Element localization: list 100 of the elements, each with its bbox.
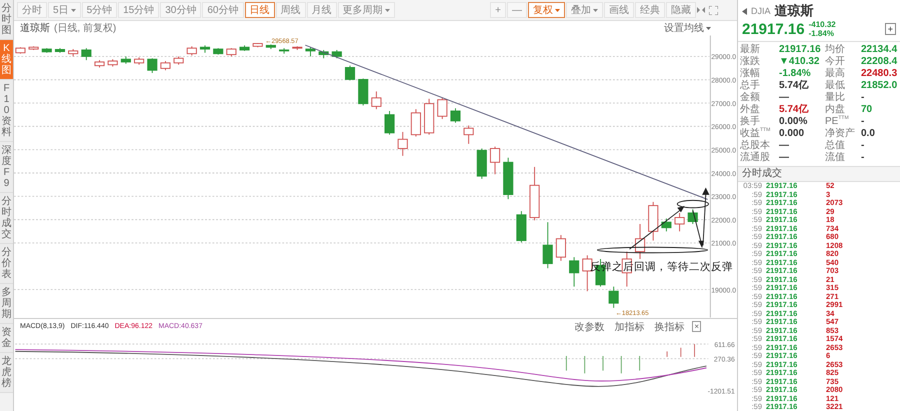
candlestick <box>344 65 356 81</box>
side-tab[interactable]: 分时图 <box>0 0 13 40</box>
candlestick <box>384 110 395 136</box>
candlestick <box>81 48 92 61</box>
quote-label: 净资产 <box>825 128 856 140</box>
candlestick <box>424 98 434 136</box>
quote-value: - <box>861 116 866 128</box>
side-tab[interactable]: K线图 <box>0 40 13 80</box>
panel-title: 分时成交 <box>738 167 900 182</box>
side-tab[interactable]: 分价表 <box>0 244 13 284</box>
candlestick <box>569 256 580 288</box>
candlestick <box>542 222 553 269</box>
close-button[interactable]: × <box>692 321 701 332</box>
tool-button[interactable]: + <box>490 2 506 18</box>
symbol-name: 道琼斯 <box>774 2 814 20</box>
period-button[interactable]: 月线 <box>306 2 336 18</box>
quote-value: - <box>861 140 866 152</box>
quote-label: 涨幅 <box>740 68 761 80</box>
tool-button[interactable]: 隐藏 <box>666 2 696 18</box>
period-button[interactable]: 更多周期 <box>338 2 394 18</box>
candlestick <box>279 48 290 54</box>
quote-value: — <box>779 152 790 164</box>
period-button[interactable]: 30分钟 <box>160 2 202 18</box>
candlestick <box>252 42 263 48</box>
period-button[interactable]: 日线 <box>244 2 274 18</box>
side-tab[interactable]: 龙虎榜 <box>0 353 13 393</box>
fullscreen-icon[interactable] <box>709 6 718 14</box>
quote-value: ▼410.32 <box>779 56 820 68</box>
last-price: 21917.16 <box>742 20 805 38</box>
candlestick <box>437 97 448 120</box>
candlestick <box>490 146 500 175</box>
indicator-button[interactable]: 加指标 <box>612 320 646 334</box>
tool-button[interactable]: 画线 <box>604 2 634 18</box>
candlestick <box>108 58 118 68</box>
candlestick <box>530 166 540 221</box>
chart-subtitle: (日线, 前复权) <box>54 22 116 35</box>
quote-label: 内盘 <box>825 104 846 116</box>
quote-label: 流通股 <box>740 152 771 164</box>
side-tab[interactable]: 多周期 <box>0 284 13 324</box>
quote-value: 21852.0 <box>861 80 898 92</box>
candlestick <box>634 224 646 260</box>
quote-value: 22208.4 <box>861 56 898 68</box>
candlestick <box>582 254 592 292</box>
quote-value: -1.84% <box>779 68 812 80</box>
candlestick <box>42 48 52 54</box>
chart-title: 道琼斯 <box>20 22 50 35</box>
period-button[interactable]: 分时 <box>17 2 47 18</box>
candlestick <box>15 46 26 54</box>
arrow <box>629 206 685 250</box>
quote-value: - <box>861 152 866 164</box>
candlestick <box>371 90 382 110</box>
candlestick <box>266 44 276 50</box>
side-tab[interactable]: 深度F9 <box>0 142 13 193</box>
candlestick <box>358 78 368 106</box>
period-button[interactable]: 60分钟 <box>202 2 244 18</box>
period-button[interactable]: 15分钟 <box>118 2 160 18</box>
quote-value: — <box>779 92 790 104</box>
symbol-code: DJIA <box>751 6 771 16</box>
tool-button[interactable]: 叠加 <box>566 2 603 18</box>
candlestick <box>134 56 144 66</box>
period-button[interactable]: 5分钟 <box>82 2 118 18</box>
side-tab[interactable]: 分时成交 <box>0 193 13 244</box>
quote-label: 金额 <box>740 92 761 104</box>
indicator-button[interactable]: 改参数 <box>572 320 606 334</box>
quote-label: 外盘 <box>740 104 761 116</box>
price-change: -410.32 <box>808 20 836 29</box>
side-tab[interactable]: F10资料 <box>0 80 13 142</box>
quote-label: 最新 <box>740 44 761 56</box>
candlestick <box>200 44 210 54</box>
candlestick <box>476 148 487 180</box>
tool-button[interactable]: 复权 <box>528 2 565 18</box>
quote-label: PE$^{TTM}$ <box>825 116 850 128</box>
tool-button[interactable]: — <box>507 2 527 18</box>
candlestick <box>28 46 39 50</box>
candlestick <box>160 60 170 71</box>
quote-value: 5.74亿 <box>779 80 810 92</box>
side-tab[interactable]: 资金 <box>0 324 13 353</box>
quote-value: 5.74亿 <box>779 104 810 116</box>
back-icon[interactable] <box>742 8 747 14</box>
add-button[interactable]: + <box>884 23 896 35</box>
quote-label: 流值 <box>825 152 846 164</box>
candlestick <box>648 201 658 242</box>
period-button[interactable]: 5日 <box>48 2 81 18</box>
quote-label: 量比 <box>825 92 846 104</box>
quote-value: 0.00% <box>779 116 808 128</box>
quote-value: - <box>861 92 866 104</box>
candlestick <box>503 157 514 200</box>
indicator-button[interactable]: 换指标 <box>652 320 686 334</box>
candlestick <box>174 56 184 66</box>
ma-setting-button[interactable]: 设置均线 <box>662 21 713 35</box>
candlestick <box>318 50 329 59</box>
candlestick <box>186 46 197 56</box>
quote-value: 22134.4 <box>861 44 898 56</box>
tool-button[interactable]: 经典 <box>635 2 665 18</box>
quote-label: 总值 <box>825 140 846 152</box>
candlestick <box>120 56 131 64</box>
candlestick <box>450 108 461 124</box>
period-button[interactable]: 周线 <box>276 2 306 18</box>
quote-label: 换手 <box>740 116 760 128</box>
candlestick <box>674 212 685 232</box>
